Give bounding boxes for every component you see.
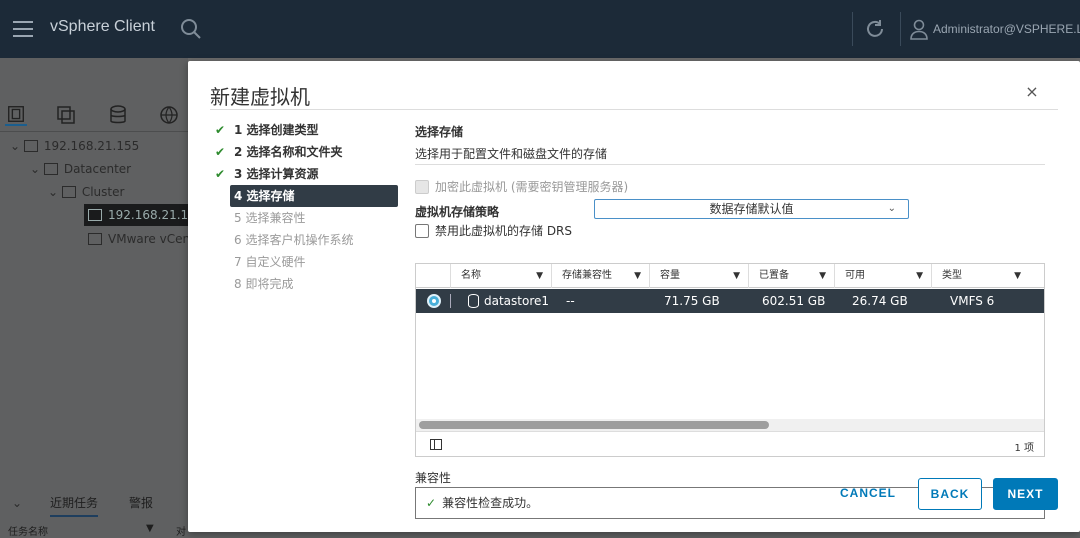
datastore-grid: 名称 ▼ 存储兼容性 ▼ 容量 ▼ 已置备 ▼ 可用 ▼ 类型 ▼ datastore1 -… xyxy=(415,263,1045,457)
compatibility-label: 兼容性 xyxy=(415,471,452,485)
storage-tab-icon[interactable] xyxy=(107,104,129,126)
column-toggle-icon[interactable] xyxy=(430,439,442,450)
step-5[interactable]: 5 选择兼容性 xyxy=(210,207,400,229)
tab-recent-tasks[interactable]: 近期任务 xyxy=(50,494,99,517)
column-capacity[interactable]: 容量 ▼ xyxy=(649,264,748,288)
section-divider xyxy=(415,164,1045,165)
dialog-title: 新建虚拟机 xyxy=(210,87,310,109)
disable-drs-checkbox-row[interactable]: 禁用此虚拟机的存储 DRS xyxy=(415,223,572,239)
step-6[interactable]: 6 选择客户机操作系统 xyxy=(210,229,400,251)
chevron-down-icon: ⌄ xyxy=(887,203,896,214)
vm-icon xyxy=(88,233,102,245)
step-4[interactable]: 4 选择存储 xyxy=(230,185,398,207)
refresh-icon[interactable] xyxy=(864,18,886,40)
header-divider xyxy=(900,12,901,46)
search-icon[interactable] xyxy=(180,18,202,40)
row-radio-selected[interactable] xyxy=(427,294,441,308)
cell-capacity: 71.75 GB xyxy=(664,294,720,308)
step-1[interactable]: ✔ 1 选择创建类型 xyxy=(210,119,400,141)
wizard-steps: ✔ 1 选择创建类型 ✔ 2 选择名称和文件夹 ✔ 3 选择计算资源 4 选择存储 5… xyxy=(210,119,400,295)
cluster-icon xyxy=(61,186,76,198)
disable-drs-checkbox[interactable] xyxy=(415,224,429,238)
chevron-down-icon[interactable]: ⌄ xyxy=(48,181,58,203)
tree-item-vcenter[interactable]: ⌄ 192.168.21.155 xyxy=(10,135,139,157)
close-icon[interactable]: × xyxy=(1024,84,1040,100)
grid-header: 名称 ▼ 存储兼容性 ▼ 容量 ▼ 已置备 ▼ 可用 ▼ 类型 ▼ xyxy=(416,264,1044,288)
chevron-down-icon[interactable]: ⌄ xyxy=(30,158,40,180)
storage-policy-select[interactable]: 数据存储默认值 ⌄ xyxy=(594,199,909,219)
encrypt-vm-checkbox xyxy=(415,180,429,194)
next-button[interactable]: NEXT xyxy=(993,478,1058,510)
tree-item-host[interactable]: 192.168.21.154 xyxy=(84,204,203,226)
column-compat[interactable]: 存储兼容性 ▼ xyxy=(551,264,649,288)
filter-icon[interactable]: ▼ xyxy=(1014,264,1021,288)
filter-icon[interactable]: ▼ xyxy=(536,264,543,288)
app-title: vSphere Client xyxy=(50,18,155,35)
header-divider xyxy=(852,12,853,46)
column-free[interactable]: 可用 ▼ xyxy=(834,264,931,288)
storage-policy-label: 虚拟机存储策略 xyxy=(415,205,500,219)
user-icon[interactable] xyxy=(910,18,928,40)
item-count: 1 项 xyxy=(1014,443,1034,454)
chevron-down-icon[interactable]: ⌄ xyxy=(10,135,20,157)
inventory-panel: ⌄ 192.168.21.155 ⌄ Datacenter ⌄ Cluster … xyxy=(0,58,203,488)
column-provisioned[interactable]: 已置备 ▼ xyxy=(748,264,834,288)
column-type[interactable]: 类型 ▼ xyxy=(931,264,1029,288)
tree-item-datacenter[interactable]: ⌄ Datacenter xyxy=(30,158,131,180)
checkmark-icon: ✔ xyxy=(215,123,226,137)
cell-type: VMFS 6 xyxy=(950,294,995,308)
datacenter-icon xyxy=(43,163,58,175)
tab-alarms[interactable]: 警报 xyxy=(129,494,153,511)
table-row[interactable]: datastore1 -- 71.75 GB 602.51 GB 26.74 G… xyxy=(416,289,1044,313)
cancel-button[interactable]: CANCEL xyxy=(833,478,903,510)
networking-tab-icon[interactable] xyxy=(158,104,180,126)
step-8[interactable]: 8 即将完成 xyxy=(210,273,400,295)
vms-templates-tab-icon[interactable] xyxy=(55,104,77,126)
cell-free: 26.74 GB xyxy=(852,294,908,308)
title-divider xyxy=(210,109,1058,110)
chevron-down-icon[interactable]: ⌄ xyxy=(12,496,22,510)
top-header: vSphere Client Administrator@VSPHERE.L xyxy=(0,0,1080,58)
section-subtitle: 选择用于配置文件和磁盘文件的存储 xyxy=(415,147,608,161)
new-vm-wizard-dialog: 新建虚拟机 × ✔ 1 选择创建类型 ✔ 2 选择名称和文件夹 ✔ 3 选择计算资源 … xyxy=(188,61,1080,532)
datastore-icon xyxy=(468,294,479,308)
menu-icon[interactable] xyxy=(13,21,33,37)
cell-name[interactable]: datastore1 xyxy=(484,289,549,313)
filter-icon[interactable]: ▼ xyxy=(634,264,641,288)
checkmark-icon: ✓ xyxy=(426,496,437,510)
inventory-tabs xyxy=(0,98,188,132)
filter-icon[interactable]: ▼ xyxy=(916,264,923,288)
vcenter-icon xyxy=(23,140,38,152)
filter-icon[interactable]: ▼ xyxy=(819,264,826,288)
hosts-clusters-tab-icon[interactable] xyxy=(5,104,27,126)
host-icon xyxy=(88,209,102,221)
cell-provisioned: 602.51 GB xyxy=(762,294,826,308)
filter-icon[interactable]: ▼ xyxy=(733,264,740,288)
user-menu[interactable]: Administrator@VSPHERE.L xyxy=(933,22,1080,36)
tree-item-vm[interactable]: VMware vCen xyxy=(88,228,190,250)
checkmark-icon: ✔ xyxy=(215,145,226,159)
horizontal-scrollbar[interactable] xyxy=(416,419,1044,431)
cell-compat: -- xyxy=(566,294,575,308)
step-7[interactable]: 7 自定义硬件 xyxy=(210,251,400,273)
back-button[interactable]: BACK xyxy=(918,478,982,510)
encrypt-vm-checkbox-row: 加密此虚拟机 (需要密钥管理服务器) xyxy=(415,179,628,195)
filter-icon[interactable]: ▼ xyxy=(146,523,154,534)
tree-item-cluster[interactable]: ⌄ Cluster xyxy=(48,181,124,203)
wizard-content: 选择存储 选择用于配置文件和磁盘文件的存储 加密此虚拟机 (需要密钥管理服务器)… xyxy=(415,123,1045,519)
step-2[interactable]: ✔ 2 选择名称和文件夹 xyxy=(210,141,400,163)
column-task-name[interactable]: 任务名称 xyxy=(8,523,48,538)
section-title: 选择存储 xyxy=(415,125,464,139)
checkmark-icon: ✔ xyxy=(215,167,226,181)
scrollbar-thumb[interactable] xyxy=(419,421,769,429)
cell-divider xyxy=(450,294,451,308)
step-3[interactable]: ✔ 3 选择计算资源 xyxy=(210,163,400,185)
column-name[interactable]: 名称 ▼ xyxy=(450,264,551,288)
grid-footer: 1 项 xyxy=(416,431,1044,457)
column-target[interactable]: 对 xyxy=(176,523,186,538)
